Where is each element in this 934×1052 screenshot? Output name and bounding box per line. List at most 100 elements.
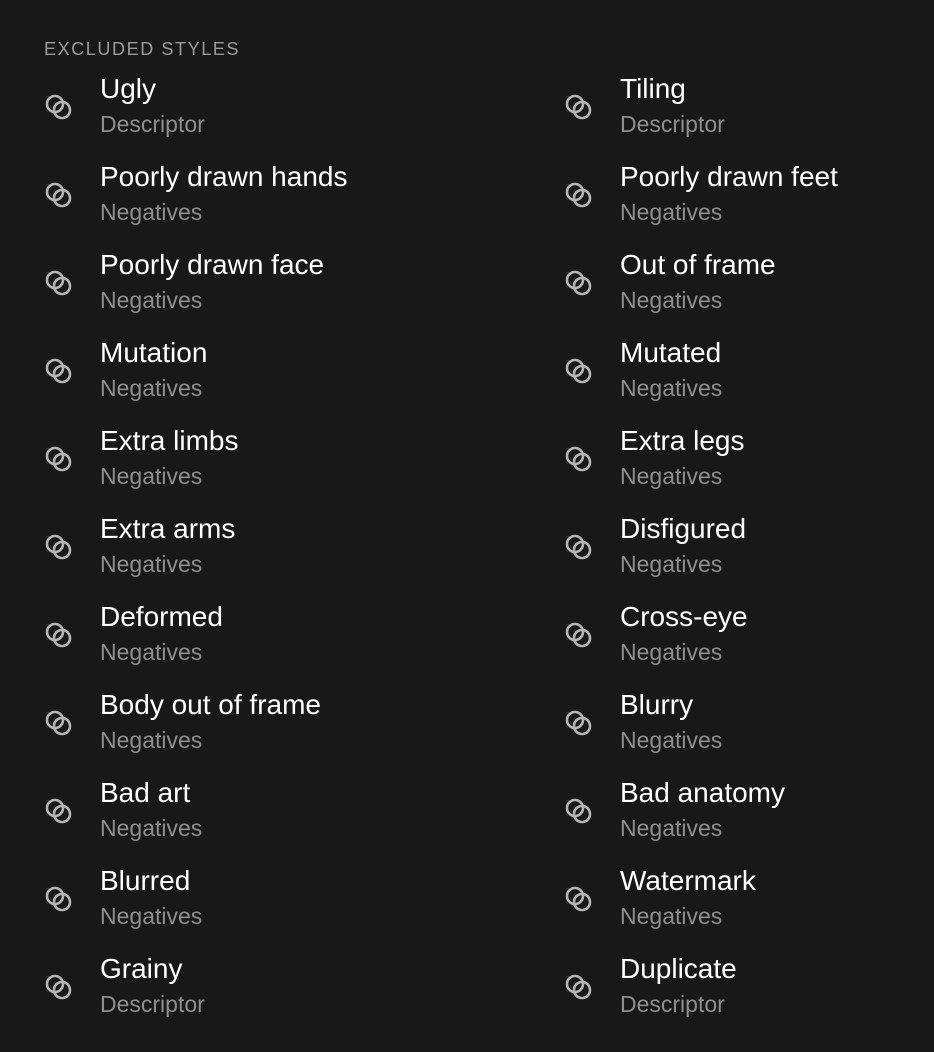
excluded-style-item-6[interactable]: Mutation Negatives bbox=[0, 336, 520, 424]
style-name: Duplicate bbox=[620, 953, 737, 984]
excluded-style-item-21[interactable]: Duplicate Descriptor bbox=[520, 952, 934, 1040]
style-category: Negatives bbox=[620, 639, 723, 665]
excluded-style-item-18[interactable]: Blurred Negatives bbox=[0, 864, 520, 952]
excluded-style-item-7[interactable]: Mutated Negatives bbox=[520, 336, 934, 424]
excluded-style-item-10[interactable]: Extra arms Negatives bbox=[0, 512, 520, 600]
style-category: Negatives bbox=[100, 199, 203, 225]
linked-circles-icon[interactable] bbox=[564, 796, 594, 826]
linked-circles-icon[interactable] bbox=[564, 356, 594, 386]
linked-circles-icon[interactable] bbox=[44, 444, 74, 474]
linked-circles-icon[interactable] bbox=[44, 180, 74, 210]
style-category: Negatives bbox=[620, 727, 723, 753]
item-text: Deformed Negatives bbox=[100, 600, 223, 670]
item-text: Disfigured Negatives bbox=[620, 512, 746, 582]
excluded-style-item-9[interactable]: Extra legs Negatives bbox=[520, 424, 934, 512]
linked-circles-icon[interactable] bbox=[44, 796, 74, 826]
linked-circles-icon[interactable] bbox=[44, 884, 74, 914]
style-category: Negatives bbox=[100, 639, 203, 665]
linked-circles-icon[interactable] bbox=[44, 356, 74, 386]
excluded-style-item-11[interactable]: Disfigured Negatives bbox=[520, 512, 934, 600]
item-text: Tiling Descriptor bbox=[620, 72, 725, 142]
item-text: Watermark Negatives bbox=[620, 864, 756, 934]
style-name: Tiling bbox=[620, 73, 686, 104]
style-category: Negatives bbox=[100, 903, 203, 929]
style-name: Extra arms bbox=[100, 513, 236, 544]
style-category: Descriptor bbox=[100, 991, 205, 1017]
excluded-style-item-2[interactable]: Poorly drawn hands Negatives bbox=[0, 160, 520, 248]
linked-circles-icon[interactable] bbox=[564, 532, 594, 562]
item-text: Extra limbs Negatives bbox=[100, 424, 238, 494]
item-text: Body out of frame Negatives bbox=[100, 688, 321, 758]
item-text: Grainy Descriptor bbox=[100, 952, 205, 1022]
style-category: Negatives bbox=[620, 199, 723, 225]
linked-circles-icon[interactable] bbox=[44, 708, 74, 738]
style-name: Ugly bbox=[100, 73, 157, 104]
excluded-style-item-17[interactable]: Bad anatomy Negatives bbox=[520, 776, 934, 864]
excluded-style-item-19[interactable]: Watermark Negatives bbox=[520, 864, 934, 952]
excluded-style-item-3[interactable]: Poorly drawn feet Negatives bbox=[520, 160, 934, 248]
style-category: Negatives bbox=[620, 551, 723, 577]
style-category: Negatives bbox=[100, 287, 203, 313]
linked-circles-icon[interactable] bbox=[564, 180, 594, 210]
linked-circles-icon[interactable] bbox=[564, 884, 594, 914]
style-name: Bad art bbox=[100, 777, 191, 808]
item-text: Blurry Negatives bbox=[620, 688, 722, 758]
style-name: Poorly drawn feet bbox=[620, 161, 838, 192]
item-text: Extra legs Negatives bbox=[620, 424, 745, 494]
item-text: Cross-eye Negatives bbox=[620, 600, 748, 670]
excluded-style-item-13[interactable]: Cross-eye Negatives bbox=[520, 600, 934, 688]
style-category: Negatives bbox=[100, 375, 203, 401]
linked-circles-icon[interactable] bbox=[44, 620, 74, 650]
excluded-style-item-12[interactable]: Deformed Negatives bbox=[0, 600, 520, 688]
style-name: Poorly drawn hands bbox=[100, 161, 348, 192]
style-category: Negatives bbox=[620, 815, 723, 841]
excluded-style-item-5[interactable]: Out of frame Negatives bbox=[520, 248, 934, 336]
excluded-style-item-4[interactable]: Poorly drawn face Negatives bbox=[0, 248, 520, 336]
style-name: Mutation bbox=[100, 337, 208, 368]
linked-circles-icon[interactable] bbox=[44, 268, 74, 298]
linked-circles-icon[interactable] bbox=[44, 92, 74, 122]
style-name: Bad anatomy bbox=[620, 777, 785, 808]
style-category: Negatives bbox=[100, 815, 203, 841]
linked-circles-icon[interactable] bbox=[564, 444, 594, 474]
style-name: Watermark bbox=[620, 865, 756, 896]
style-name: Grainy bbox=[100, 953, 183, 984]
style-category: Descriptor bbox=[620, 991, 725, 1017]
excluded-style-item-15[interactable]: Blurry Negatives bbox=[520, 688, 934, 776]
style-category: Descriptor bbox=[100, 111, 205, 137]
linked-circles-icon[interactable] bbox=[564, 92, 594, 122]
item-text: Ugly Descriptor bbox=[100, 72, 205, 142]
style-name: Mutated bbox=[620, 337, 722, 368]
style-name: Out of frame bbox=[620, 249, 776, 280]
linked-circles-icon[interactable] bbox=[564, 620, 594, 650]
style-name: Extra limbs bbox=[100, 425, 239, 456]
item-text: Poorly drawn feet Negatives bbox=[620, 160, 838, 230]
style-name: Blurry bbox=[620, 689, 694, 720]
item-text: Blurred Negatives bbox=[100, 864, 202, 934]
excluded-style-item-0[interactable]: Ugly Descriptor bbox=[0, 72, 520, 160]
item-text: Mutated Negatives bbox=[620, 336, 722, 406]
style-name: Body out of frame bbox=[100, 689, 322, 720]
linked-circles-icon[interactable] bbox=[44, 972, 74, 1002]
linked-circles-icon[interactable] bbox=[564, 708, 594, 738]
item-text: Out of frame Negatives bbox=[620, 248, 776, 318]
excluded-style-item-20[interactable]: Grainy Descriptor bbox=[0, 952, 520, 1040]
item-text: Bad art Negatives bbox=[100, 776, 202, 846]
excluded-style-item-14[interactable]: Body out of frame Negatives bbox=[0, 688, 520, 776]
excluded-style-item-16[interactable]: Bad art Negatives bbox=[0, 776, 520, 864]
linked-circles-icon[interactable] bbox=[44, 532, 74, 562]
style-category: Negatives bbox=[100, 727, 203, 753]
excluded-style-item-8[interactable]: Extra limbs Negatives bbox=[0, 424, 520, 512]
item-text: Poorly drawn hands Negatives bbox=[100, 160, 347, 230]
style-name: Deformed bbox=[100, 601, 223, 632]
item-text: Extra arms Negatives bbox=[100, 512, 235, 582]
style-category: Negatives bbox=[620, 287, 723, 313]
style-name: Disfigured bbox=[620, 513, 747, 544]
item-text: Bad anatomy Negatives bbox=[620, 776, 785, 846]
style-name: Poorly drawn face bbox=[100, 249, 325, 280]
style-category: Negatives bbox=[620, 375, 723, 401]
excluded-style-item-1[interactable]: Tiling Descriptor bbox=[520, 72, 934, 160]
linked-circles-icon[interactable] bbox=[564, 972, 594, 1002]
linked-circles-icon[interactable] bbox=[564, 268, 594, 298]
style-name: Blurred bbox=[100, 865, 191, 896]
